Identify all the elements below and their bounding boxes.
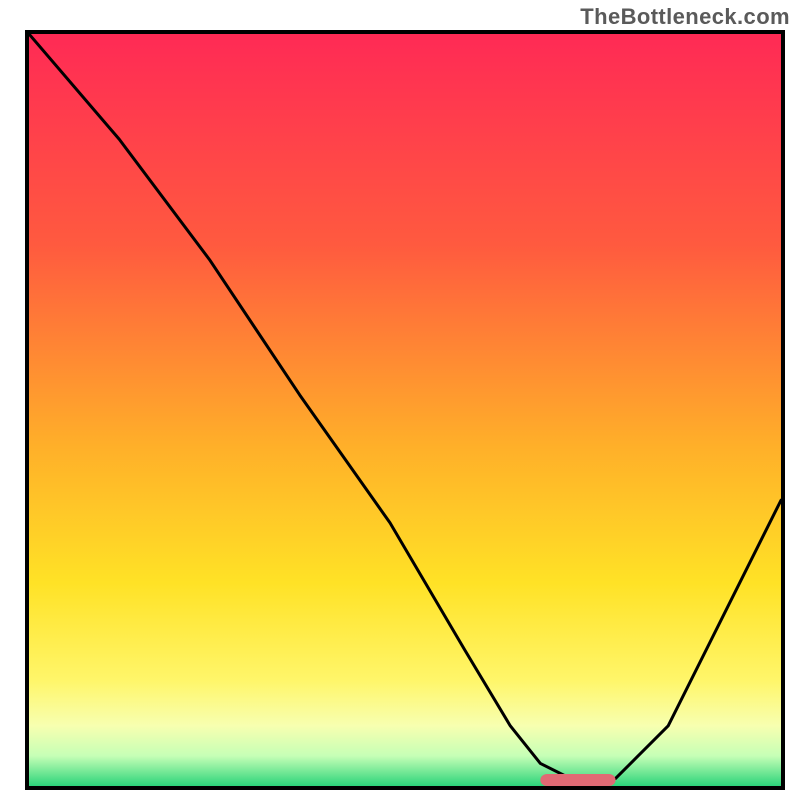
gradient-background — [29, 34, 781, 786]
optimal-marker — [540, 774, 615, 786]
plot-area — [25, 30, 785, 790]
chart-svg — [29, 34, 781, 786]
watermark-text: TheBottleneck.com — [580, 4, 790, 30]
